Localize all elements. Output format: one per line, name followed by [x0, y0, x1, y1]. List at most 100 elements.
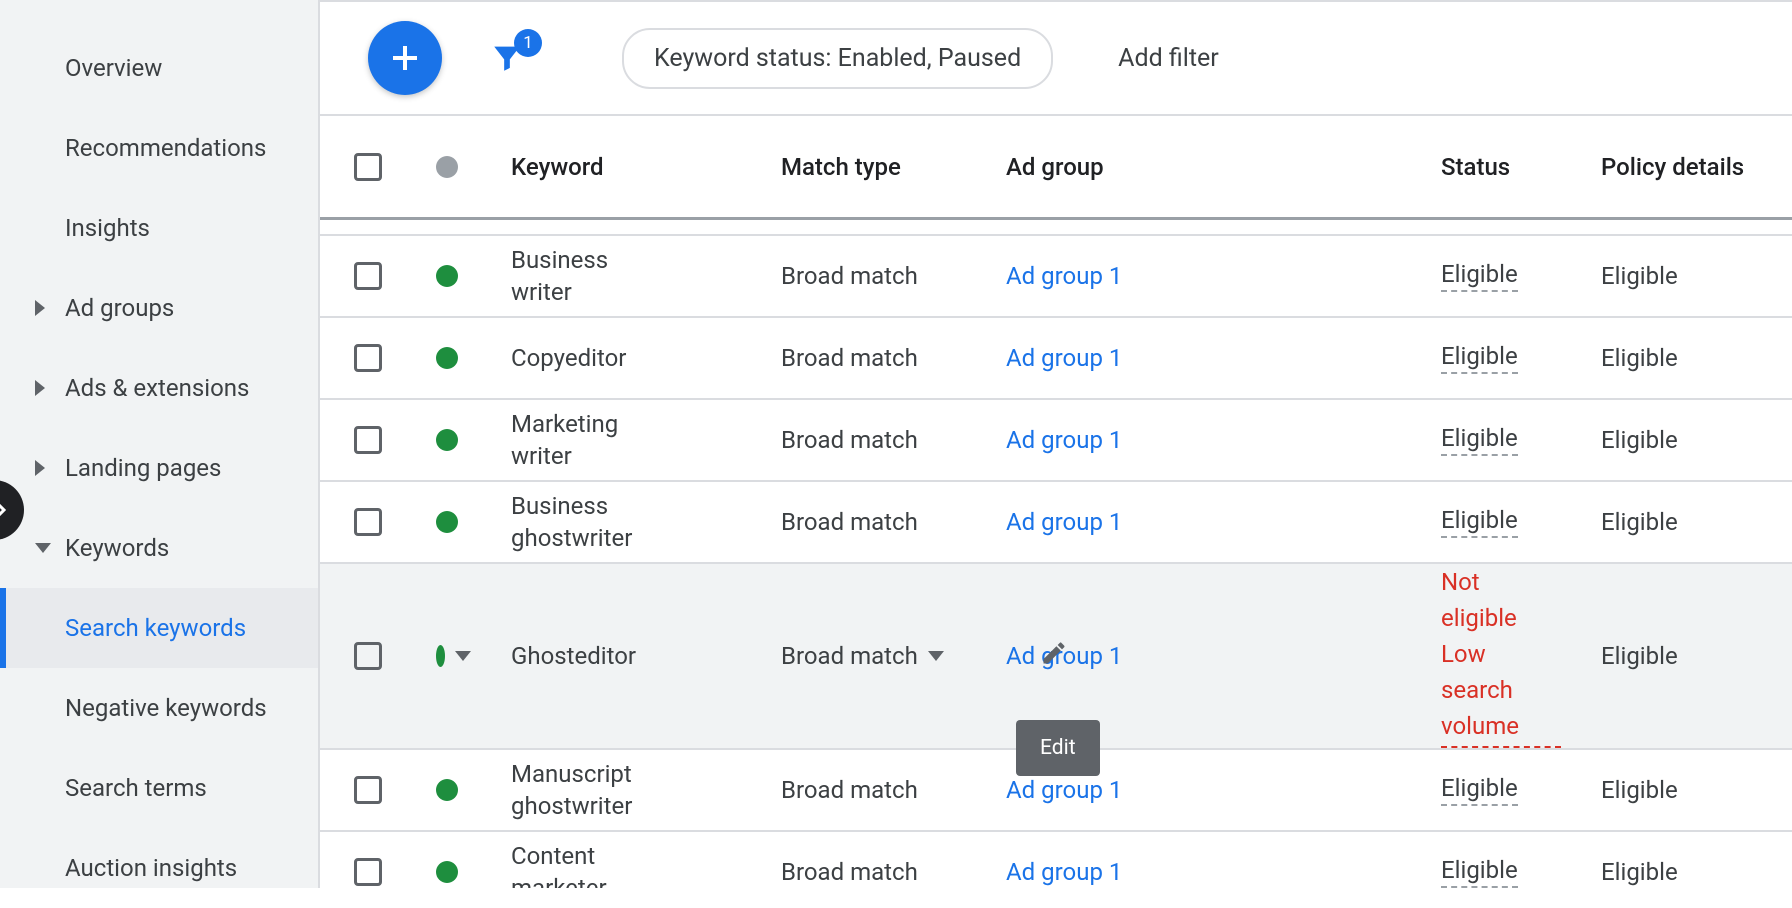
status-text[interactable]: Not eligible Low search volume	[1441, 564, 1561, 748]
chevron-down-icon	[35, 543, 51, 553]
match-type-text: Broad match	[781, 776, 918, 804]
row-checkbox[interactable]	[354, 508, 382, 536]
sidebar-item-label: Negative keywords	[65, 694, 267, 722]
sidebar-item-label: Recommendations	[65, 134, 266, 162]
match-type-text: Broad match	[781, 508, 918, 536]
policy-text: Eligible	[1601, 776, 1678, 804]
keyword-text: Content marketer	[511, 840, 661, 888]
chevron-right-icon	[35, 460, 45, 476]
filter-count-badge: 1	[514, 29, 542, 57]
row-checkbox[interactable]	[354, 642, 382, 670]
ad-group-link[interactable]: Ad group 1	[1006, 858, 1122, 886]
chevron-right-icon	[35, 300, 45, 316]
match-type-text: Broad match	[781, 262, 918, 290]
add-filter-button[interactable]: Add filter	[1118, 44, 1219, 73]
filter-chip-keyword-status[interactable]: Keyword status: Enabled, Paused	[622, 28, 1053, 89]
column-header-keyword[interactable]: Keyword	[491, 153, 761, 181]
chevron-right-icon	[35, 380, 45, 396]
edit-icon[interactable]	[1040, 639, 1068, 673]
ad-group-link[interactable]: Ad group 1	[1006, 426, 1122, 454]
main-panel: 1 Keyword status: Enabled, Paused Add fi…	[320, 0, 1792, 888]
match-type-text: Broad match	[781, 344, 918, 372]
table-row[interactable]: GhosteditorBroad matchAd group 1Not elig…	[320, 564, 1792, 750]
match-type-text: Broad match	[781, 858, 918, 886]
add-keyword-button[interactable]	[368, 21, 442, 95]
sidebar-item-label: Keywords	[65, 534, 169, 562]
sidebar-item-insights[interactable]: Insights	[0, 188, 318, 268]
column-header-match-type[interactable]: Match type	[761, 153, 986, 181]
keyword-text: Marketing writer	[511, 408, 661, 473]
status-enabled-icon	[436, 861, 458, 883]
table-row[interactable]: Business ghostwriter Broad match Ad group …	[320, 482, 1792, 564]
policy-text: Eligible	[1601, 344, 1678, 372]
ad-group-link[interactable]: Ad group 1	[1006, 344, 1122, 372]
status-text[interactable]: Eligible	[1441, 506, 1518, 538]
sidebar-item-label: Insights	[65, 214, 150, 242]
status-enabled-icon	[436, 429, 458, 451]
column-header-status[interactable]: Status	[1421, 153, 1581, 181]
toolbar: 1 Keyword status: Enabled, Paused Add fi…	[320, 2, 1792, 116]
status-enabled-icon	[436, 347, 458, 369]
sidebar-item-label: Search keywords	[65, 614, 246, 642]
sidebar-item-negative-keywords[interactable]: Negative keywords	[0, 668, 318, 748]
table-row[interactable]: Manuscript ghostwriter Broad match Ad grou…	[320, 750, 1792, 832]
status-text[interactable]: Eligible	[1441, 342, 1518, 374]
status-dot-header-icon	[436, 156, 458, 178]
table-row[interactable]: Content marketer Broad match Ad group 1 Eli…	[320, 832, 1792, 888]
keyword-text: Business writer	[511, 244, 661, 309]
status-enabled-icon	[436, 265, 458, 287]
status-enabled-icon	[436, 511, 458, 533]
status-enabled-icon	[436, 779, 458, 801]
sidebar-item-auction-insights[interactable]: Auction insights	[0, 828, 318, 908]
status-text[interactable]: Eligible	[1441, 774, 1518, 806]
ad-group-link[interactable]: Ad group 1	[1006, 776, 1122, 804]
status-text[interactable]: Eligible	[1441, 424, 1518, 456]
status-text[interactable]: Eligible	[1441, 260, 1518, 292]
select-all-checkbox[interactable]	[354, 153, 382, 181]
row-checkbox[interactable]	[354, 262, 382, 290]
match-type-text: Broad match	[781, 426, 918, 454]
status-text[interactable]: Eligible	[1441, 856, 1518, 888]
policy-text: Eligible	[1601, 642, 1678, 670]
sidebar-item-overview[interactable]: Overview	[0, 28, 318, 108]
keyword-text: Ghosteditor	[511, 640, 661, 672]
sidebar-item-recommendations[interactable]: Recommendations	[0, 108, 318, 188]
row-checkbox[interactable]	[354, 426, 382, 454]
keywords-table: Keyword Match type Ad group Status Polic…	[320, 116, 1792, 888]
column-header-policy[interactable]: Policy details	[1581, 153, 1792, 181]
sidebar-item-ad-groups[interactable]: Ad groups	[0, 268, 318, 348]
ad-group-link[interactable]: Ad group 1	[1006, 508, 1122, 536]
sidebar-item-label: Ad groups	[65, 294, 174, 322]
keyword-text: Copyeditor	[511, 342, 661, 374]
row-checkbox[interactable]	[354, 858, 382, 886]
sidebar-item-landing-pages[interactable]: Landing pages	[0, 428, 318, 508]
sidebar-item-search-terms[interactable]: Search terms	[0, 748, 318, 828]
sidebar-item-ads-extensions[interactable]: Ads & extensions	[0, 348, 318, 428]
table-row[interactable]: Copyeditor Broad match Ad group 1 Eligible E…	[320, 318, 1792, 400]
keyword-text: Business ghostwriter	[511, 490, 661, 555]
table-row[interactable]: Business writer Broad match Ad group 1 Elig…	[320, 236, 1792, 318]
sidebar-item-label: Landing pages	[65, 454, 221, 482]
chevron-down-icon[interactable]	[928, 651, 944, 661]
sidebar-item-label: Auction insights	[65, 854, 237, 882]
sidebar-item-label: Ads & extensions	[65, 374, 249, 402]
sidebar: Overview Recommendations Insights Ad groups…	[0, 0, 320, 888]
chevron-down-icon[interactable]	[455, 651, 471, 661]
match-type-text: Broad match	[781, 642, 918, 670]
ad-group-link[interactable]: Ad group 1	[1006, 262, 1122, 290]
policy-text: Eligible	[1601, 426, 1678, 454]
status-enabled-icon[interactable]	[436, 645, 445, 667]
keyword-text: Manuscript ghostwriter	[511, 758, 661, 823]
column-header-ad-group[interactable]: Ad group	[986, 153, 1421, 181]
sidebar-item-label: Search terms	[65, 774, 207, 802]
filter-icon[interactable]: 1	[482, 41, 532, 75]
sidebar-item-label: Overview	[65, 54, 162, 82]
sidebar-item-keywords[interactable]: Keywords	[0, 508, 318, 588]
policy-text: Eligible	[1601, 262, 1678, 290]
policy-text: Eligible	[1601, 508, 1678, 536]
row-checkbox[interactable]	[354, 344, 382, 372]
table-row[interactable]: Marketing writer Broad match Ad group 1 Eli…	[320, 400, 1792, 482]
row-checkbox[interactable]	[354, 776, 382, 804]
sidebar-item-search-keywords[interactable]: Search keywords	[0, 588, 318, 668]
policy-text: Eligible	[1601, 858, 1678, 886]
